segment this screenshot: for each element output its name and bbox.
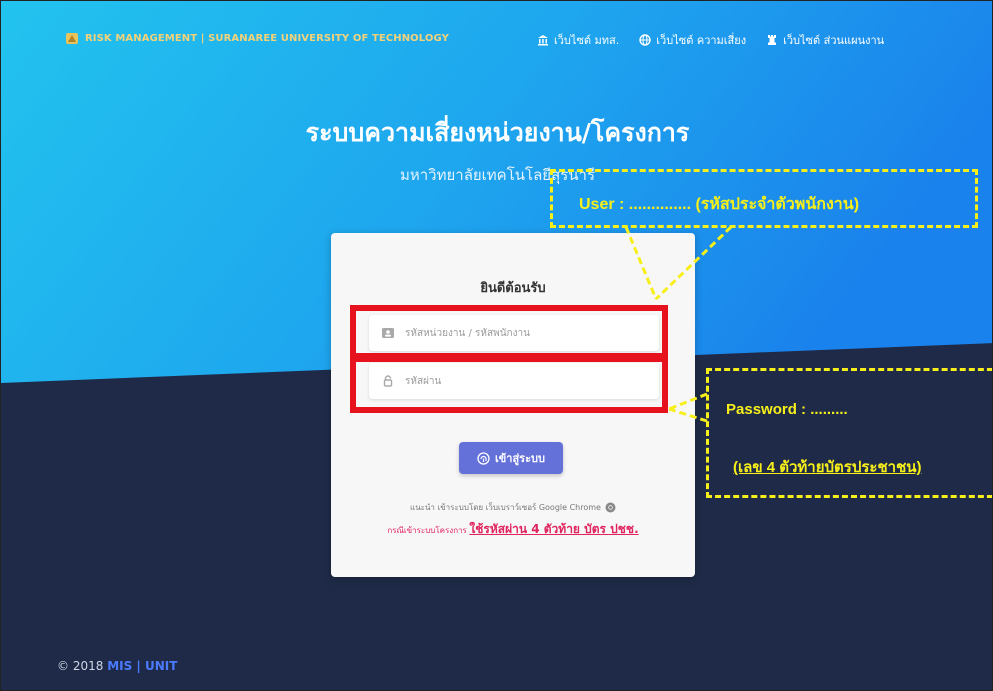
nav-links: เว็บไซต์ มทส. เว็บไซต์ ความเสี่ยง เว็บไซ… (537, 31, 884, 49)
nav-link-planning[interactable]: เว็บไซต์ ส่วนแผนงาน (766, 31, 884, 49)
user-hint-callout: User : .............. (รหัสประจำตัวพนักง… (550, 169, 978, 228)
browser-advice: แนะนำ เข้าระบบโดย เว็บเบราว์เซอร์ Google… (331, 501, 695, 514)
page-title: ระบบความเสี่ยงหน่วยงาน/โครงการ (305, 118, 690, 147)
chrome-icon (605, 502, 616, 513)
bank-icon (538, 35, 548, 46)
project-login-note: กรณีเข้าระบบโครงการ ใช้รหัสผ่าน 4 ตัวท้า… (331, 520, 695, 539)
project-note-emphasis: ใช้รหัสผ่าน 4 ตัวท้าย บัตร ปชช. (469, 522, 639, 536)
nav-link-label: เว็บไซต์ มทส. (554, 34, 620, 47)
footer: © 2018 MIS | UNIT (57, 659, 177, 673)
password-hint-line2: (เลข 4 ตัวท้ายบัตรประชาชน) (733, 459, 922, 476)
welcome-heading: ยินดีต้อนรับ (480, 281, 546, 296)
nav-link-sut[interactable]: เว็บไซต์ มทส. (537, 31, 619, 49)
username-highlight-box (350, 305, 668, 359)
university-logo-icon (66, 33, 78, 44)
nav-link-label: เว็บไซต์ ส่วนแผนงาน (783, 34, 885, 47)
login-button-label: เข้าสู่ระบบ (495, 452, 545, 465)
password-hint-line1: Password : ......... (726, 401, 848, 418)
brand-title: RISK MANAGEMENT | SURANAREE UNIVERSITY O… (85, 32, 449, 44)
screenshot-frame: RISK MANAGEMENT | SURANAREE UNIVERSITY O… (0, 0, 993, 691)
password-highlight-box (350, 356, 668, 413)
fingerprint-icon (477, 451, 490, 465)
copyright-text: © 2018 (57, 659, 104, 673)
top-navbar: RISK MANAGEMENT | SURANAREE UNIVERSITY O… (65, 31, 964, 51)
footer-unit-link[interactable]: MIS | UNIT (107, 659, 177, 673)
chess-rook-icon (768, 35, 777, 45)
user-hint-text: User : .............. (รหัสประจำตัวพนักง… (579, 196, 860, 213)
nav-link-risk[interactable]: เว็บไซต์ ความเสี่ยง (639, 31, 746, 49)
globe-icon (639, 34, 651, 46)
password-hint-callout: Password : ......... (เลข 4 ตัวท้ายบัตรป… (706, 368, 992, 498)
project-note-prefix: กรณีเข้าระบบโครงการ (387, 526, 467, 535)
nav-link-label: เว็บไซต์ ความเสี่ยง (656, 34, 747, 47)
brand[interactable]: RISK MANAGEMENT | SURANAREE UNIVERSITY O… (65, 31, 449, 45)
login-button[interactable]: เข้าสู่ระบบ (459, 442, 563, 474)
browser-advice-text: แนะนำ เข้าระบบโดย เว็บเบราว์เซอร์ Google… (410, 503, 601, 512)
